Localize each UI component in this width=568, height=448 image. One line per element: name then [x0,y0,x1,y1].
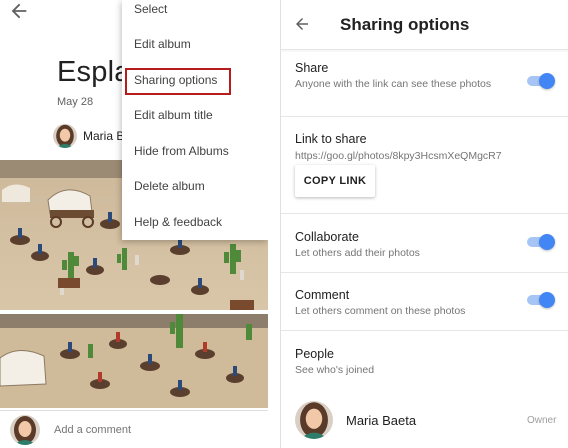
share-link-url: https://goo.gl/photos/8kpy3HcsmXeQMgcR7 [295,150,502,162]
people-label: People [295,347,334,361]
menu-item-sharing-options[interactable]: Sharing options [122,63,268,98]
avatar [53,124,77,148]
person-item[interactable]: Maria Baeta Owner [281,392,568,448]
app-bar: Sharing options [281,0,568,50]
collaborate-row[interactable]: Collaborate Let others add their photos [281,214,568,273]
person-name: Maria Baeta [346,413,417,428]
menu-item-help-feedback[interactable]: Help & feedback [122,205,268,240]
menu-item-select[interactable]: Select [122,0,268,27]
link-row: Link to share https://goo.gl/photos/8kpy… [281,117,568,214]
share-label: Share [295,61,329,75]
copy-link-button[interactable]: COPY LINK [295,165,375,197]
sharing-options-screen: Sharing options Share Anyone with the li… [280,0,568,448]
share-row[interactable]: Share Anyone with the link can see these… [281,50,568,117]
avatar [295,401,333,439]
link-label: Link to share [295,132,367,146]
toggle-thumb [539,73,555,89]
menu-item-edit-album-title[interactable]: Edit album title [122,98,268,133]
menu-item-edit-album[interactable]: Edit album [122,27,268,62]
page-title: Sharing options [340,15,470,34]
share-description: Anyone with the link can see these photo… [295,78,492,90]
collaborate-label: Collaborate [295,230,359,244]
comment-row[interactable]: Comment Let others comment on these phot… [281,273,568,331]
toggle-thumb [539,292,555,308]
menu-item-delete-album[interactable]: Delete album [122,169,268,204]
people-row[interactable]: People See who's joined [281,331,568,391]
menu-item-hide-from-albums[interactable]: Hide from Albums [122,134,268,169]
people-description: See who's joined [295,364,375,376]
arrow-back-icon[interactable] [293,15,311,33]
toggle-thumb [539,234,555,250]
collaborate-toggle[interactable] [527,234,555,250]
arrow-back-icon[interactable] [8,0,30,22]
share-toggle[interactable] [527,73,555,89]
person-role: Owner [527,415,557,426]
comment-description: Let others comment on these photos [295,305,466,317]
comment-bar: Add a comment [0,410,268,448]
avatar [10,414,40,445]
comment-label: Comment [295,288,350,302]
album-date: May 28 [57,96,94,108]
album-photo[interactable] [0,314,268,408]
collaborate-description: Let others add their photos [295,247,420,259]
comment-toggle[interactable] [527,292,555,308]
album-overflow-menu: Select Edit album Sharing options Edit a… [122,0,268,240]
comment-input[interactable]: Add a comment [54,424,131,436]
album-view: Esplay May 28 Maria Baeta Add a comment … [0,0,268,448]
